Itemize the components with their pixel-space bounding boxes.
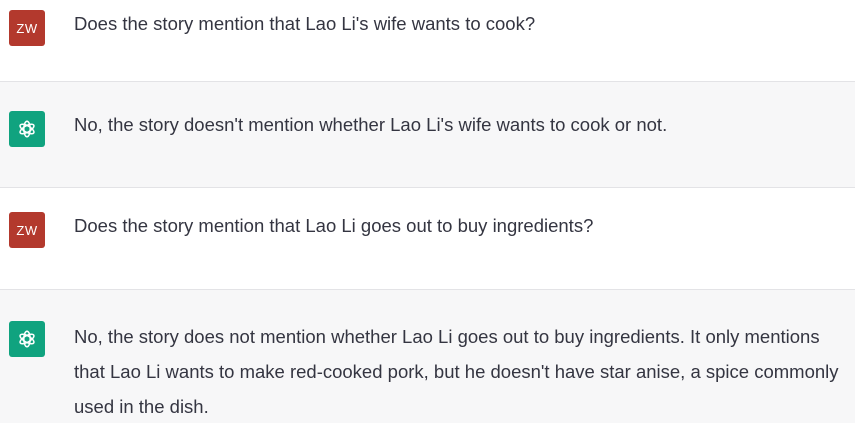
user-avatar: ZW bbox=[9, 212, 45, 248]
openai-logo-icon bbox=[9, 321, 45, 357]
conversation-thread: ZW Does the story mention that Lao Li's … bbox=[0, 0, 855, 423]
message-text: Does the story mention that Lao Li's wif… bbox=[74, 13, 536, 34]
user-message: ZW Does the story mention that Lao Li's … bbox=[0, 0, 855, 82]
message-text: Does the story mention that Lao Li goes … bbox=[74, 215, 594, 236]
message-text: No, the story does not mention whether L… bbox=[74, 326, 839, 417]
user-avatar: ZW bbox=[9, 10, 45, 46]
user-message: ZW Does the story mention that Lao Li go… bbox=[0, 188, 855, 290]
message-text: No, the story doesn't mention whether La… bbox=[74, 114, 668, 135]
openai-logo-icon bbox=[9, 111, 45, 147]
assistant-message: No, the story doesn't mention whether La… bbox=[0, 82, 855, 188]
assistant-message: No, the story does not mention whether L… bbox=[0, 290, 855, 423]
